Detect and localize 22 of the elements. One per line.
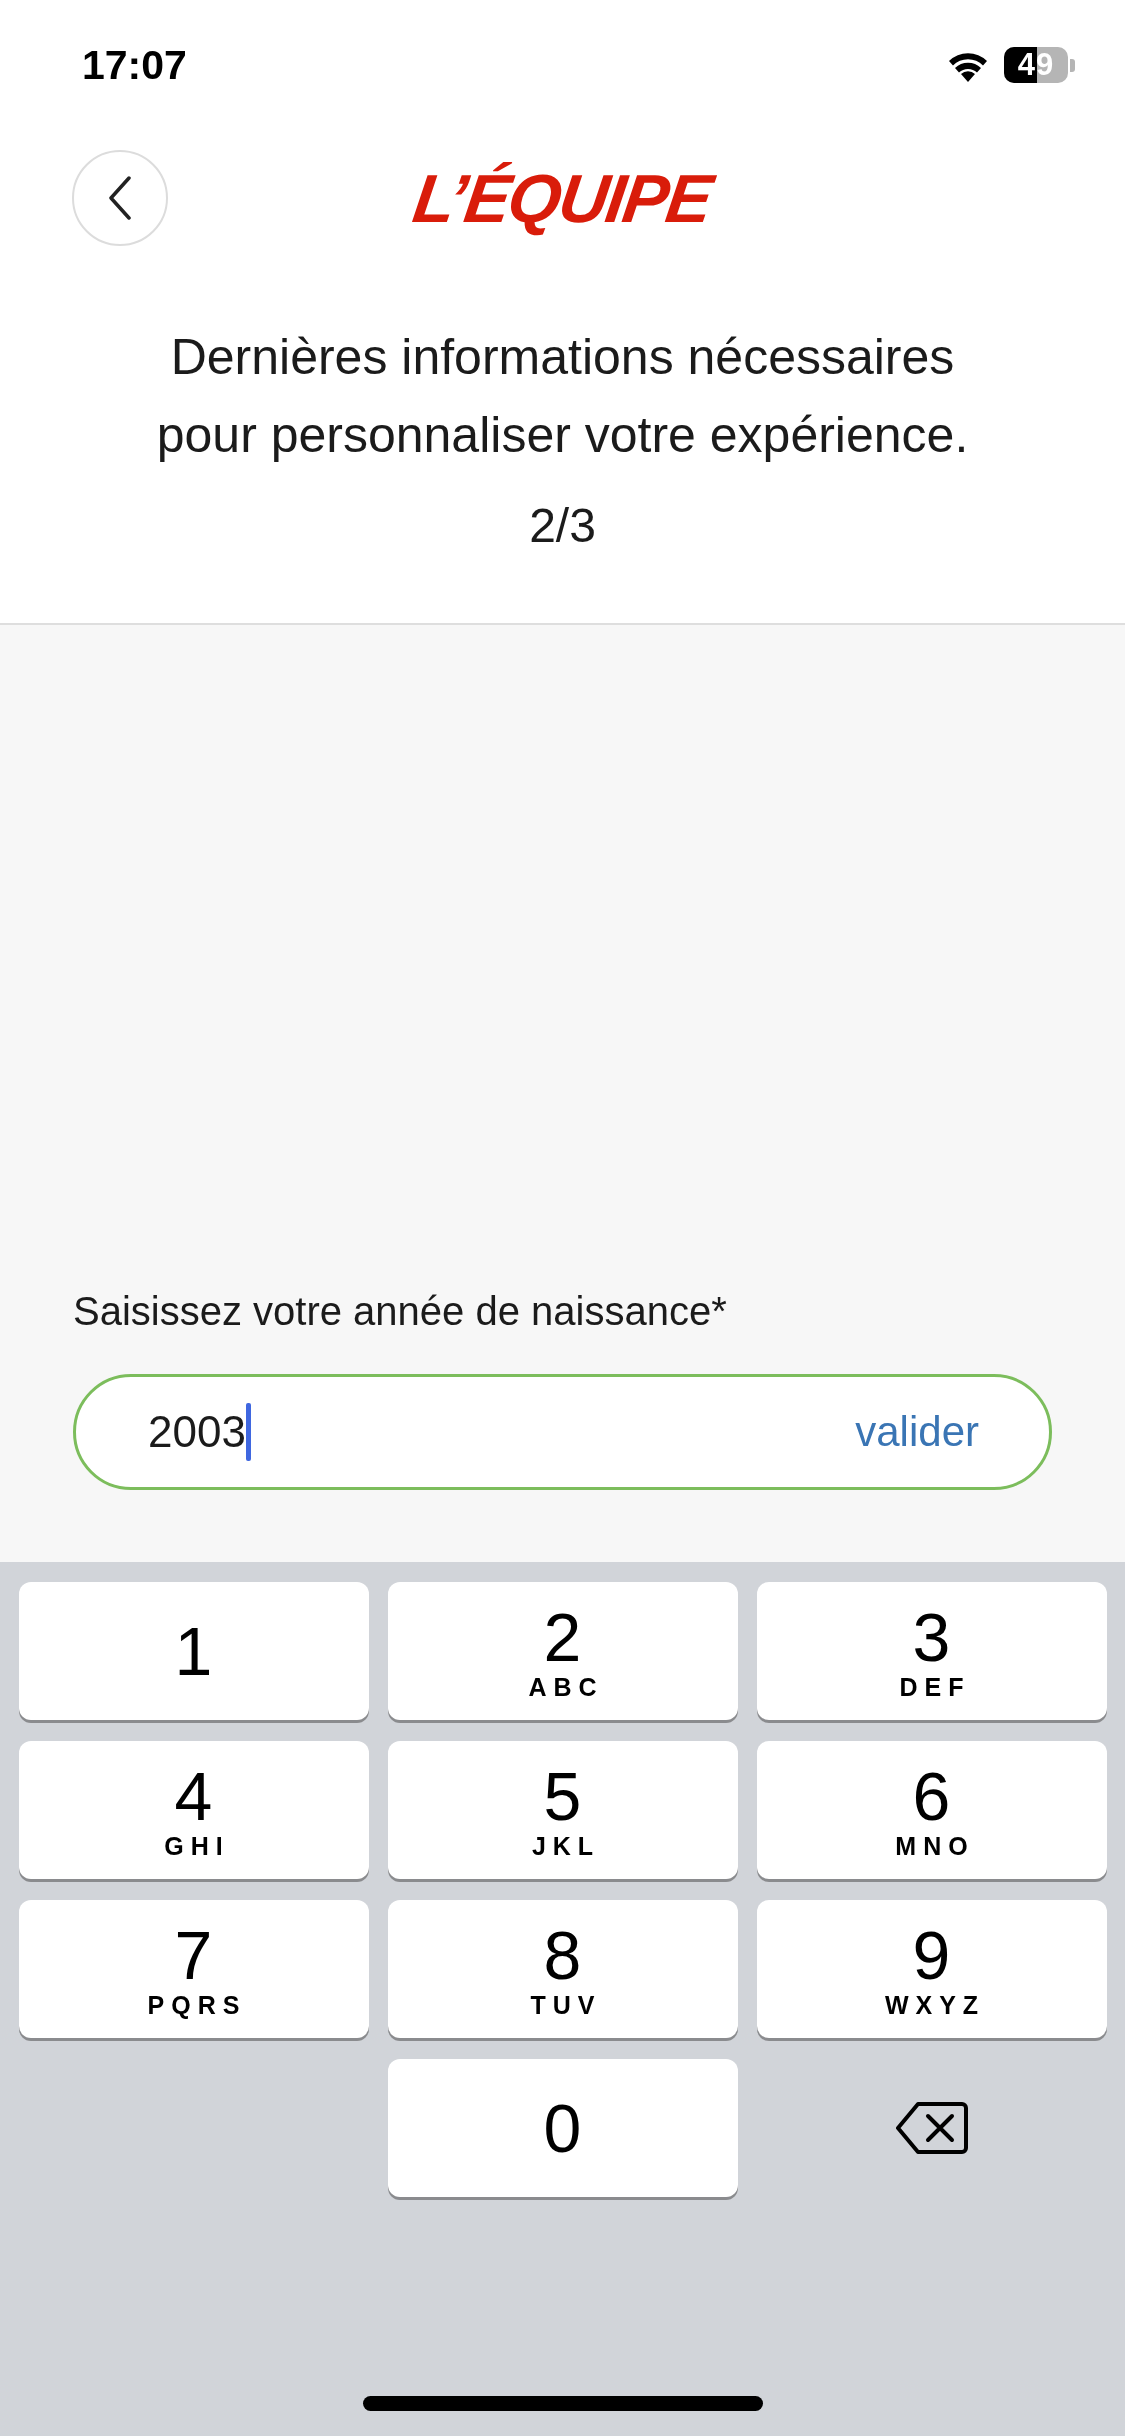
step-counter: 2/3: [529, 498, 596, 553]
field-value: 2003: [148, 1407, 246, 1457]
keypad-key[interactable]: 3 DEF: [756, 1582, 1107, 1720]
status-time: 17:07: [82, 41, 187, 89]
intro-text: Dernières informations nécessaires: [170, 328, 955, 387]
keypad-key[interactable]: 0: [387, 2059, 738, 2197]
keypad-key[interactable]: 1: [18, 1582, 369, 1720]
birth-year-field[interactable]: 2003 valider: [73, 1374, 1052, 1490]
field-label: Saisissez votre année de naissance*: [73, 1289, 728, 1334]
chevron-left-icon: [108, 176, 132, 220]
keypad-key[interactable]: 4 GHI: [18, 1741, 369, 1879]
keypad-key[interactable]: 2 ABC: [387, 1582, 738, 1720]
logo: L’ÉQUIPE: [408, 159, 717, 237]
keypad-key[interactable]: 6 MNO: [756, 1741, 1107, 1879]
backspace-icon: [895, 2101, 968, 2155]
text-cursor: [245, 1403, 251, 1461]
keypad-key[interactable]: 8 TUV: [387, 1900, 738, 2038]
keypad-key[interactable]: 9 WXYZ: [756, 1900, 1107, 2038]
keypad-key[interactable]: 5 JKL: [387, 1741, 738, 1879]
keypad-key[interactable]: 7 PQRS: [18, 1900, 369, 2038]
intro-text: pour personnaliser votre expérience.: [156, 406, 969, 465]
validate-link[interactable]: valider: [855, 1408, 979, 1456]
